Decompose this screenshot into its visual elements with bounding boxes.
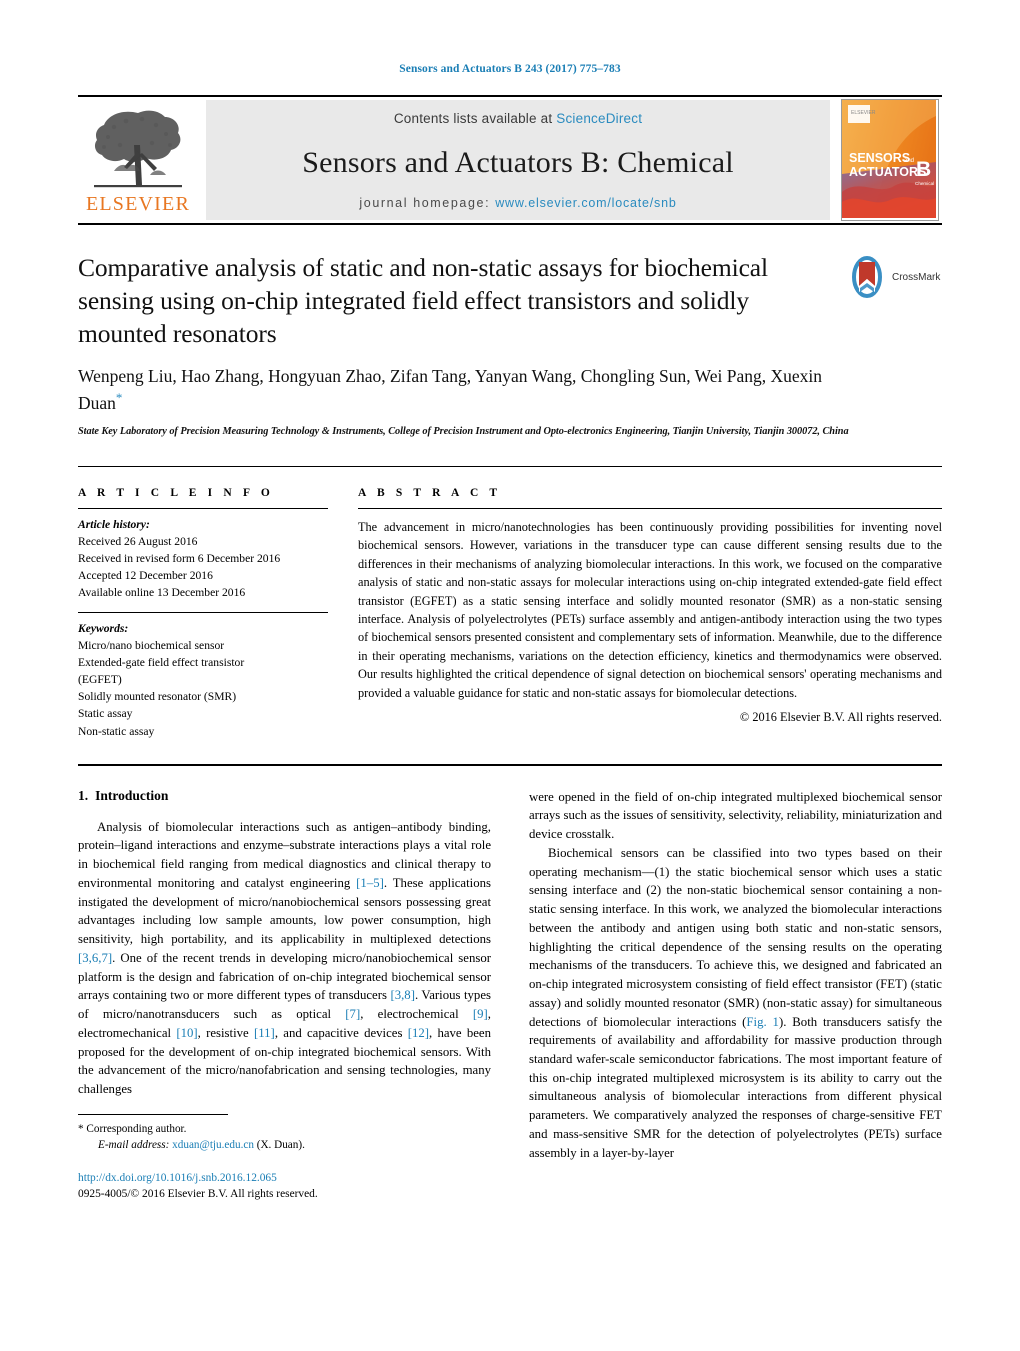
keyword-item: Micro/nano biochemical sensor (78, 638, 225, 652)
abstract-heading: A B S T R A C T (358, 486, 502, 499)
elsevier-wordmark: ELSEVIER (85, 193, 191, 215)
keywords-group: Keywords: Micro/nano biochemical sensor … (78, 613, 328, 740)
figure-ref[interactable]: Fig. 1 (746, 1015, 779, 1029)
journal-title: Sensors and Actuators B: Chemical (302, 145, 734, 179)
contents-prefix: Contents lists available at (393, 111, 557, 126)
keyword-item: Non-static assay (78, 724, 155, 738)
issn-copyright-line: 0925-4005/© 2016 Elsevier B.V. All right… (78, 1188, 318, 1201)
citation-ref[interactable]: [1–5] (356, 876, 384, 890)
section-number: 1. (78, 787, 89, 803)
intro-paragraph-2: Biochemical sensors can be classified in… (529, 844, 942, 1162)
article-history-group: Article history: Received 26 August 2016… (78, 509, 328, 602)
intro2-text-a: Biochemical sensors can be classified in… (529, 845, 942, 1029)
svg-text:ELSEVIER: ELSEVIER (851, 110, 876, 116)
crossmark-label: CrossMark (892, 271, 941, 283)
svg-text:Chemical: Chemical (915, 181, 934, 186)
abstract-copyright: © 2016 Elsevier B.V. All rights reserved… (739, 710, 942, 725)
keyword-item: (EGFET) (78, 673, 122, 687)
abstract-text: The advancement in micro/nanotechnologie… (358, 519, 942, 700)
citation-ref[interactable]: [9] (473, 1007, 488, 1021)
cover-artwork-icon: ELSEVIER SENSORS and ACTUATORS B Chemica… (842, 100, 936, 218)
section-title: Introduction (95, 787, 169, 803)
abstract-column: A B S T R A C T The advancement in micro… (358, 487, 942, 740)
keywords-title: Keywords: (78, 621, 129, 635)
intro-paragraph-1-continued: were opened in the field of on-chip inte… (529, 789, 942, 842)
page-title: Comparative analysis of static and non-s… (78, 253, 768, 349)
journal-homepage-link[interactable]: www.elsevier.com/locate/snb (495, 196, 676, 210)
svg-text:SENSORS: SENSORS (849, 151, 910, 165)
body-columns: 1. Introduction Analysis of biomolecular … (78, 788, 942, 1203)
citation-ref[interactable]: [7] (345, 1007, 360, 1021)
running-head: Sensors and Actuators B 243 (2017) 775–7… (399, 63, 621, 75)
citation-ref[interactable]: [11] (254, 1026, 275, 1040)
intro-text-e: , electrochemical (360, 1007, 473, 1022)
crossmark-icon (852, 256, 882, 298)
journal-masthead: ELSEVIER Contents lists available at Sci… (78, 95, 942, 225)
homepage-prefix: journal homepage: (359, 196, 496, 210)
citation-ref[interactable]: [3,8] (390, 988, 415, 1002)
body-divider (78, 763, 942, 766)
crossmark-badge[interactable]: CrossMark (846, 253, 942, 301)
article-history-title: Article history: (78, 517, 150, 531)
svg-text:ACTUATORS: ACTUATORS (849, 165, 926, 179)
doi-block: http://dx.doi.org/10.1016/j.snb.2016.12.… (78, 1170, 491, 1203)
keyword-item: Static assay (78, 707, 133, 721)
author-list: Wenpeng Liu, Hao Zhang, Hongyuan Zhao, Z… (78, 364, 838, 416)
doi-link[interactable]: http://dx.doi.org/10.1016/j.snb.2016.12.… (78, 1170, 491, 1187)
info-abstract-band: A R T I C L E I N F O Article history: R… (78, 465, 942, 740)
history-item: Available online 13 December 2016 (78, 586, 246, 600)
article-title-area: Comparative analysis of static and non-s… (78, 251, 942, 440)
intro-text-h: , and capacitive devices (274, 1025, 408, 1040)
journal-article-page: Sensors and Actuators B 243 (2017) 775–7… (0, 0, 1020, 1351)
elsevier-logo: ELSEVIER (78, 97, 198, 223)
email-link[interactable]: xduan@tju.edu.cn (172, 1139, 254, 1151)
body-column-right: were opened in the field of on-chip inte… (529, 788, 942, 1203)
history-item: Received in revised form 6 December 2016 (78, 552, 281, 566)
cover-image: ELSEVIER SENSORS and ACTUATORS B Chemica… (841, 99, 939, 221)
corresponding-author-note: * Corresponding author. (78, 1121, 491, 1137)
journal-homepage-line: journal homepage: www.elsevier.com/locat… (359, 196, 676, 210)
authors-names: Wenpeng Liu, Hao Zhang, Hongyuan Zhao, Z… (78, 366, 823, 414)
elsevier-tree-icon (94, 110, 182, 188)
svg-text:and: and (904, 158, 914, 164)
footnote-rule (78, 1114, 228, 1116)
footnote-block: * Corresponding author. E-mail address: … (78, 1114, 491, 1203)
keyword-item: Extended-gate field effect transistor (78, 655, 245, 669)
keyword-item: Solidly mounted resonator (SMR) (78, 690, 237, 704)
email-note: E-mail address: xduan@tju.edu.cn (X. Dua… (78, 1137, 491, 1153)
corresponding-marker: * (78, 1123, 84, 1136)
masthead-center: Contents lists available at ScienceDirec… (206, 100, 830, 220)
journal-cover-thumbnail: ELSEVIER SENSORS and ACTUATORS B Chemica… (838, 97, 942, 223)
corresponding-author-marker[interactable]: * (116, 390, 123, 405)
svg-text:B: B (916, 158, 931, 181)
citation-ref[interactable]: [12] (408, 1026, 429, 1040)
corresponding-text: Corresponding author. (86, 1123, 187, 1136)
contents-available-line: Contents lists available at ScienceDirec… (394, 111, 642, 126)
email-label: E-mail address: (98, 1139, 170, 1152)
intro-paragraph-1: Analysis of biomolecular interactions su… (78, 818, 491, 1099)
article-info-heading: A R T I C L E I N F O (78, 486, 274, 499)
affiliation: State Key Laboratory of Precision Measur… (78, 425, 849, 437)
intro2-text-b: ). Both transducers satisfy the requirem… (529, 1014, 943, 1160)
history-item: Received 26 August 2016 (78, 535, 198, 549)
intro-text-g: , resistive (197, 1025, 254, 1040)
citation-ref[interactable]: [10] (176, 1026, 197, 1040)
history-item: Accepted 12 December 2016 (78, 569, 213, 583)
email-suffix: (X. Duan). (256, 1139, 305, 1152)
sciencedirect-link[interactable]: ScienceDirect (556, 111, 642, 126)
citation-ref[interactable]: [3,6,7] (78, 951, 112, 965)
article-info-column: A R T I C L E I N F O Article history: R… (78, 487, 328, 740)
section-heading-introduction: 1. Introduction (78, 788, 491, 804)
body-column-left: 1. Introduction Analysis of biomolecular … (78, 788, 491, 1203)
